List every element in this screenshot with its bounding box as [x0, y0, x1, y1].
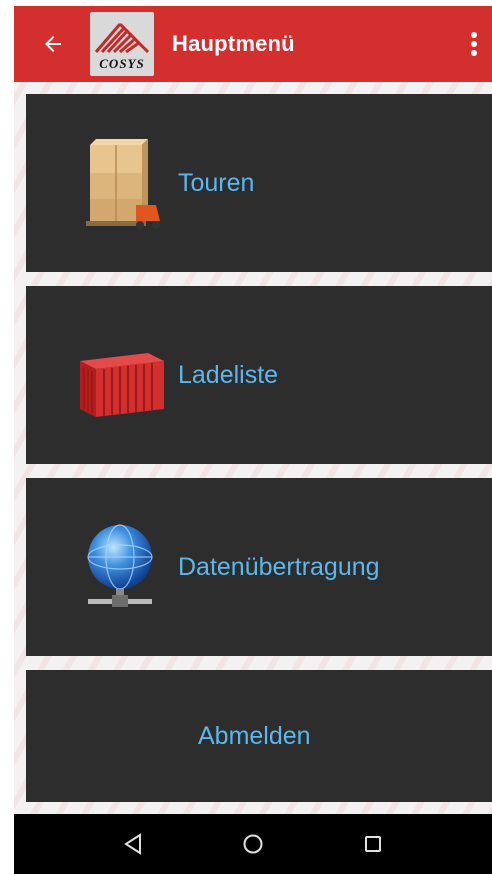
menu-item-label: Touren	[178, 168, 255, 197]
system-home-button[interactable]	[223, 819, 283, 869]
menu-item-label: Datenübertragung	[178, 552, 380, 581]
shipping-container-icon	[80, 353, 164, 417]
arrow-left-icon	[45, 36, 61, 52]
overflow-menu-button[interactable]	[460, 20, 488, 68]
app-screen: COSYS Hauptmenü Touren Ladeliste Datenüb…	[14, 6, 492, 874]
network-globe-icon	[87, 524, 153, 607]
nav-recents-square-icon	[365, 836, 381, 852]
nav-back-triangle-icon	[124, 833, 141, 855]
system-nav-bar	[14, 814, 492, 874]
more-vert-icon	[471, 32, 477, 56]
app-bar: COSYS Hauptmenü	[14, 6, 492, 82]
page-title: Hauptmenü	[172, 31, 295, 56]
logout-label: Abmelden	[198, 721, 311, 750]
pallet-boxes-icon	[86, 139, 160, 229]
menu-item-label: Ladeliste	[178, 360, 279, 389]
app-logo: COSYS	[90, 12, 154, 76]
back-button[interactable]	[28, 14, 78, 74]
nav-home-circle-icon	[243, 834, 263, 854]
menu-item-ladeliste[interactable]: Ladeliste	[26, 286, 492, 464]
system-recents-button[interactable]	[343, 819, 403, 869]
logout-button[interactable]: Abmelden	[26, 670, 492, 802]
menu-item-datenuebertragung[interactable]: Datenübertragung	[26, 478, 492, 656]
menu-item-touren[interactable]: Touren	[26, 94, 492, 272]
logo-wordmark: COSYS	[99, 56, 144, 71]
system-back-button[interactable]	[103, 819, 163, 869]
